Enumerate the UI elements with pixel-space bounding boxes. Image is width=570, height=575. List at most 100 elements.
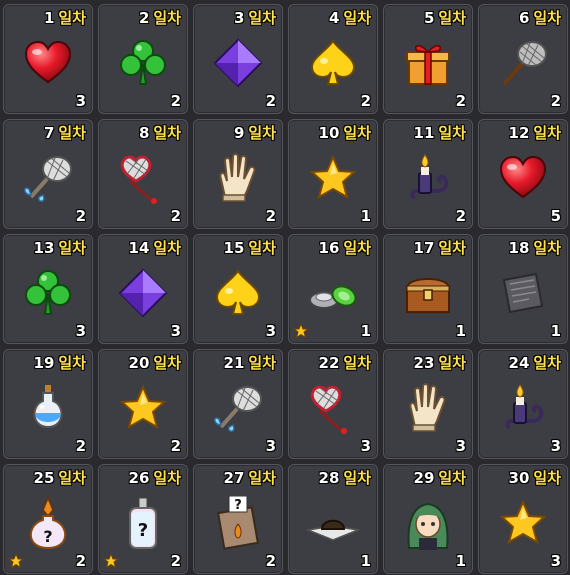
reward-cell-day-11[interactable]: 11 일차 2 (383, 119, 473, 229)
reward-quantity: 3 (265, 437, 276, 455)
reward-quantity: 3 (75, 92, 86, 110)
reward-cell-day-5[interactable]: 5 일차 2 (383, 4, 473, 114)
reward-quantity: 3 (75, 322, 86, 340)
clover-icon (116, 36, 170, 90)
hat-icon (306, 496, 360, 550)
reward-cell-day-16[interactable]: 16 일차 1 (288, 234, 378, 344)
reward-quantity: 2 (265, 207, 276, 225)
day-unit: 일차 (438, 354, 466, 372)
svg-text:?: ? (138, 520, 148, 541)
reward-cell-day-2[interactable]: 2 일차 2 (98, 4, 188, 114)
reward-quantity: 3 (360, 437, 371, 455)
day-unit: 일차 (153, 354, 181, 372)
day-label: 22 일차 (319, 354, 371, 372)
reward-cell-day-24[interactable]: 24 일차 3 (478, 349, 568, 459)
mystery-flask-icon: ? (21, 496, 75, 550)
character-icon (401, 496, 455, 550)
reward-cell-day-19[interactable]: 19 일차 2 (3, 349, 93, 459)
day-number: 20 (128, 354, 150, 372)
day-label: 24 일차 (509, 354, 561, 372)
day-number: 26 (128, 469, 150, 487)
reward-cell-day-23[interactable]: 23 일차 3 (383, 349, 473, 459)
reward-quantity: 3 (550, 552, 561, 570)
day-label: 17 일차 (414, 239, 466, 257)
reward-quantity: 2 (455, 207, 466, 225)
day-number: 28 (318, 469, 340, 487)
day-label: 10 일차 (319, 124, 371, 142)
reward-cell-day-12[interactable]: 12 일차 5 (478, 119, 568, 229)
day-label: 7 일차 (44, 124, 86, 142)
day-unit: 일차 (248, 124, 276, 142)
reward-quantity: 1 (360, 552, 371, 570)
reward-cell-day-9[interactable]: 9 일차 2 (193, 119, 283, 229)
reward-cell-day-18[interactable]: 18 일차 1 (478, 234, 568, 344)
reward-cell-day-25[interactable]: 25 일차 ? 2 (3, 464, 93, 574)
day-number: 11 (413, 124, 435, 142)
day-label: 8 일차 (139, 124, 181, 142)
day-unit: 일차 (438, 124, 466, 142)
bug-net-icon (496, 36, 550, 90)
reward-quantity: 2 (170, 207, 181, 225)
reward-cell-day-7[interactable]: 7 일차 2 (3, 119, 93, 229)
reward-cell-day-10[interactable]: 10 일차 1 (288, 119, 378, 229)
star-badge-icon (293, 323, 309, 339)
day-number: 8 (138, 124, 150, 142)
day-number: 19 (33, 354, 55, 372)
day-unit: 일차 (153, 469, 181, 487)
reward-quantity: 3 (265, 322, 276, 340)
day-unit: 일차 (58, 469, 86, 487)
reward-quantity: 3 (550, 437, 561, 455)
reward-cell-day-13[interactable]: 13 일차 3 (3, 234, 93, 344)
winged-net-icon (211, 381, 265, 435)
day-unit: 일차 (248, 239, 276, 257)
reward-cell-day-22[interactable]: 22 일차 3 (288, 349, 378, 459)
day-label: 26 일차 (129, 469, 181, 487)
day-number: 13 (33, 239, 55, 257)
day-label: 29 일차 (414, 469, 466, 487)
reward-cell-day-15[interactable]: 15 일차 3 (193, 234, 283, 344)
reward-quantity: 2 (265, 552, 276, 570)
reward-quantity: 2 (75, 207, 86, 225)
day-number: 7 (43, 124, 55, 142)
day-unit: 일차 (248, 9, 276, 27)
reward-cell-day-21[interactable]: 21 일차 3 (193, 349, 283, 459)
reward-cell-day-27[interactable]: 27 일차 ? 2 (193, 464, 283, 574)
day-unit: 일차 (58, 124, 86, 142)
day-label: 2 일차 (139, 9, 181, 27)
reward-cell-day-4[interactable]: 4 일차 2 (288, 4, 378, 114)
day-label: 13 일차 (34, 239, 86, 257)
day-number: 29 (413, 469, 435, 487)
reward-cell-day-3[interactable]: 3 일차 2 (193, 4, 283, 114)
day-label: 12 일차 (509, 124, 561, 142)
reward-cell-day-1[interactable]: 1 일차 3 (3, 4, 93, 114)
reward-cell-day-28[interactable]: 28 일차 1 (288, 464, 378, 574)
day-unit: 일차 (343, 354, 371, 372)
day-number: 4 (328, 9, 340, 27)
day-unit: 일차 (533, 9, 561, 27)
day-unit: 일차 (58, 239, 86, 257)
reward-cell-day-26[interactable]: 26 일차 ? 2 (98, 464, 188, 574)
spade-icon (211, 266, 265, 320)
reward-cell-day-14[interactable]: 14 일차 3 (98, 234, 188, 344)
reward-cell-day-29[interactable]: 29 일차 1 (383, 464, 473, 574)
spade-icon (306, 36, 360, 90)
reward-cell-day-17[interactable]: 17 일차 1 (383, 234, 473, 344)
day-unit: 일차 (248, 469, 276, 487)
day-number: 16 (318, 239, 340, 257)
star-icon (116, 381, 170, 435)
reward-cell-day-8[interactable]: 8 일차 2 (98, 119, 188, 229)
reward-quantity: 3 (455, 437, 466, 455)
glove-icon (211, 151, 265, 205)
reward-cell-day-6[interactable]: 6 일차 2 (478, 4, 568, 114)
winged-net-icon (21, 151, 75, 205)
treasure-chest-icon (401, 266, 455, 320)
reward-cell-day-20[interactable]: 20 일차 2 (98, 349, 188, 459)
diamond-icon (211, 36, 265, 90)
reward-cell-day-30[interactable]: 30 일차 3 (478, 464, 568, 574)
day-number: 23 (413, 354, 435, 372)
day-label: 30 일차 (509, 469, 561, 487)
day-label: 6 일차 (519, 9, 561, 27)
clover-icon (21, 266, 75, 320)
reward-quantity: 2 (455, 92, 466, 110)
reward-quantity: 2 (360, 92, 371, 110)
